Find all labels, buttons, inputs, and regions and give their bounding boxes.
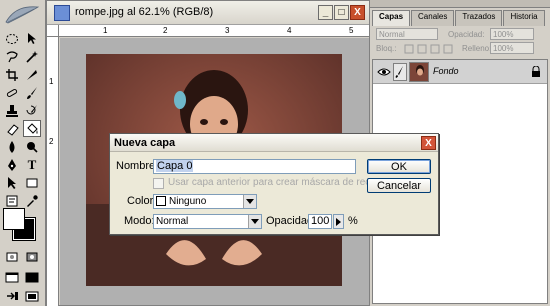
pen-tool-icon[interactable] <box>3 156 21 173</box>
layer-name-input[interactable]: Capa 0 <box>153 159 356 174</box>
palette-titlebar[interactable] <box>370 0 550 8</box>
photoshop-feather-logo <box>5 6 40 24</box>
tab-capas[interactable]: Capas <box>372 10 411 26</box>
history-brush-tool-icon[interactable] <box>23 102 41 119</box>
layer-thumbnail <box>409 62 429 82</box>
color-select[interactable]: Ninguno <box>153 194 257 209</box>
tab-historia[interactable]: Historia <box>503 10 545 26</box>
fill-label: Relleno: <box>462 44 492 53</box>
chevron-down-icon[interactable] <box>248 215 261 228</box>
ruler-tick-label: 1 <box>103 26 108 35</box>
clipping-mask-checkbox[interactable] <box>153 178 164 189</box>
visibility-eye-icon[interactable] <box>377 65 391 79</box>
dodge-tool-icon[interactable] <box>23 138 41 155</box>
brush-tool-icon[interactable] <box>23 84 41 101</box>
color-select-value: Ninguno <box>169 196 207 207</box>
ruler-tick-label: 5 <box>349 26 354 35</box>
opacity-unit: % <box>348 215 358 227</box>
minimize-button[interactable]: _ <box>318 5 333 20</box>
magic-wand-tool-icon[interactable] <box>23 48 41 65</box>
tab-canales[interactable]: Canales <box>411 10 455 26</box>
ruler-tick-label: 2 <box>163 26 168 35</box>
layer-brush-icon <box>393 63 407 81</box>
eyedropper-tool-icon[interactable] <box>23 192 41 209</box>
document-icon <box>54 5 70 21</box>
slice-tool-icon[interactable] <box>23 66 41 83</box>
ruler-corner <box>47 25 59 37</box>
clone-stamp-tool-icon[interactable] <box>3 102 21 119</box>
document-title: rompe.jpg al 62.1% (RGB/8) <box>75 6 214 18</box>
ruler-tick-label: 3 <box>225 26 230 35</box>
opacity-slider-arrow-icon[interactable] <box>333 214 344 229</box>
quick-mask-mode-icon[interactable] <box>23 248 41 265</box>
paint-bucket-tool-icon[interactable] <box>23 120 41 137</box>
color-label: Color: <box>127 195 157 207</box>
ruler-tick-label: 2 <box>49 137 54 146</box>
chevron-down-icon[interactable] <box>243 195 256 208</box>
dialog-close-button[interactable]: X <box>421 136 436 150</box>
ruler-tick-label: 1 <box>49 77 54 86</box>
move-tool-icon[interactable] <box>23 30 41 47</box>
horizontal-ruler: 1 2 3 4 5 <box>59 25 369 37</box>
crop-tool-icon[interactable] <box>3 66 21 83</box>
ok-button[interactable]: OK <box>367 159 431 174</box>
color-swatch-icon <box>156 196 166 207</box>
path-selection-tool-icon[interactable] <box>3 174 21 191</box>
ruler-tick-label: 4 <box>287 26 292 35</box>
screen-mode-full-icon[interactable] <box>23 268 41 285</box>
standard-mode-icon[interactable] <box>3 248 21 265</box>
lock-options-icons[interactable] <box>404 44 464 54</box>
text-tool-icon[interactable]: T <box>23 156 41 173</box>
panel-opacity-field[interactable]: 100% <box>490 28 534 40</box>
cancel-button[interactable]: Cancelar <box>367 178 431 193</box>
lock-row: Bloq.: Relleno: 100% <box>376 42 546 56</box>
toolbox: T <box>0 0 46 306</box>
rectangle-shape-tool-icon[interactable] <box>23 174 41 191</box>
name-label: Nombre: <box>116 160 159 172</box>
fill-field[interactable]: 100% <box>490 42 534 54</box>
lock-label: Bloq.: <box>376 44 397 53</box>
fullscreen-menu-mode-icon[interactable] <box>23 287 41 304</box>
close-document-button[interactable]: X <box>350 5 365 20</box>
mode-select-value: Normal <box>156 216 189 227</box>
blend-mode-select[interactable]: Normal <box>376 28 438 40</box>
screen-mode-standard-icon[interactable] <box>3 268 21 285</box>
marquee-tool-icon[interactable] <box>3 30 21 47</box>
new-layer-dialog: Nueva capa X Nombre: Capa 0 Usar capa an… <box>109 133 439 235</box>
mode-select[interactable]: Normal <box>153 214 262 229</box>
blend-row: Normal Opacidad: 100% <box>376 28 546 42</box>
maximize-button[interactable]: □ <box>334 5 349 20</box>
clipping-mask-label: Usar capa anterior para crear máscara de… <box>168 177 388 188</box>
dialog-title: Nueva capa <box>114 137 176 149</box>
notes-tool-icon[interactable] <box>3 192 21 209</box>
panel-opacity-label: Opacidad: <box>448 30 485 39</box>
mode-label: Modo: <box>124 215 155 227</box>
color-swatches[interactable] <box>3 208 43 244</box>
lasso-tool-icon[interactable] <box>3 48 21 65</box>
layer-row-fondo[interactable]: Fondo <box>373 60 547 84</box>
layer-lock-icon <box>532 66 540 77</box>
document-titlebar[interactable]: rompe.jpg al 62.1% (RGB/8) _ □ X <box>47 1 369 25</box>
blur-tool-icon[interactable] <box>3 138 21 155</box>
foreground-color-swatch[interactable] <box>3 208 25 230</box>
layer-name-value: Capa 0 <box>156 160 194 172</box>
layer-name: Fondo <box>433 66 459 76</box>
vertical-ruler: 1 2 <box>47 37 59 306</box>
jump-to-imageready-icon[interactable] <box>3 287 21 304</box>
dialog-titlebar[interactable]: Nueva capa X <box>110 134 438 152</box>
tab-trazados[interactable]: Trazados <box>455 10 503 26</box>
healing-brush-tool-icon[interactable] <box>3 84 21 101</box>
opacity-input[interactable]: 100 <box>308 214 332 229</box>
eraser-tool-icon[interactable] <box>3 120 21 137</box>
palette-tabs: Capas Canales Trazados Historia <box>372 10 546 26</box>
